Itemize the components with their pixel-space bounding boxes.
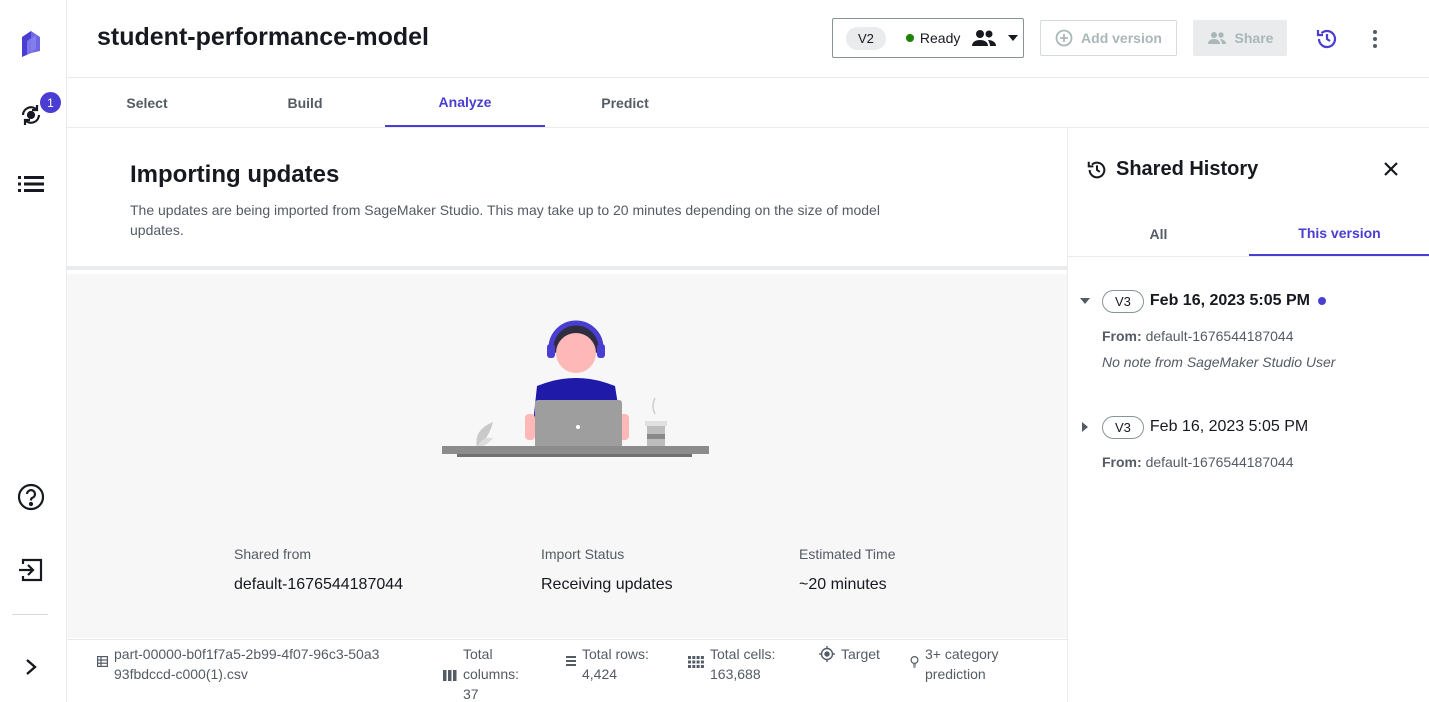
expand-chevron-icon[interactable] xyxy=(13,649,49,685)
tab-analyze[interactable]: Analyze xyxy=(385,79,545,127)
total-rows: Total rows: 4,424 xyxy=(566,644,676,684)
sign-out-icon[interactable] xyxy=(13,552,49,588)
add-version-button[interactable]: Add version xyxy=(1040,20,1177,56)
person-at-laptop-illustration xyxy=(437,314,717,479)
rows-icon xyxy=(566,656,576,684)
total-cells: Total cells: 163,688 xyxy=(688,644,808,684)
target-column[interactable]: Target xyxy=(819,644,909,664)
entry-note: No note from SageMaker Studio User xyxy=(1102,354,1336,370)
history-entry: V3 Feb 16, 2023 5:05 PM From: default-16… xyxy=(1068,289,1429,370)
tab-select[interactable]: Select xyxy=(67,79,227,127)
entry-from: From: default-1676544187044 xyxy=(1102,328,1429,344)
import-description: The updates are being imported from Sage… xyxy=(130,202,880,238)
dataset-summary-bar: part-00000-b0f1f7a5-2b99-4f07-96c3-50a39… xyxy=(67,639,1067,702)
total-columns-label: Total columns: xyxy=(463,646,520,682)
add-circle-icon xyxy=(1055,29,1073,47)
history-icon[interactable] xyxy=(1312,24,1342,54)
version-badge: V3 xyxy=(1102,289,1144,313)
history-entry: V3 Feb 16, 2023 5:05 PM From: default-16… xyxy=(1068,415,1429,470)
share-users-icon xyxy=(1207,31,1227,45)
from-label: From: xyxy=(1102,328,1142,344)
caret-down-icon[interactable] xyxy=(1068,297,1102,305)
stat-value: ~20 minutes xyxy=(799,576,887,593)
dataset-file-name[interactable]: part-00000-b0f1f7a5-2b99-4f07-96c3-50a39… xyxy=(114,644,387,684)
close-icon[interactable] xyxy=(1380,158,1402,180)
from-value: default-1676544187044 xyxy=(1145,328,1294,344)
entry-date: Feb 16, 2023 5:05 PM xyxy=(1149,292,1310,309)
stat-shared-from: Shared from default-1676544187044 xyxy=(234,546,403,594)
caret-down-icon xyxy=(1007,34,1019,42)
stat-label: Shared from xyxy=(234,546,312,562)
stat-label: Import Status xyxy=(541,546,625,562)
tab-this-version[interactable]: This version xyxy=(1249,212,1429,256)
problem-type: 3+ category prediction xyxy=(910,644,1020,684)
canvas-logo-icon[interactable] xyxy=(13,24,49,60)
page-header: student-performance-model V2 Ready Add v… xyxy=(67,0,1429,78)
from-label: From: xyxy=(1102,454,1142,470)
share-label: Share xyxy=(1234,30,1274,46)
users-icon xyxy=(971,29,997,47)
dataset-file: part-00000-b0f1f7a5-2b99-4f07-96c3-50a39… xyxy=(97,644,387,684)
version-pill: V2 xyxy=(846,26,886,50)
import-header: Importing updates The updates are being … xyxy=(67,128,1067,270)
stat-estimated-time: Estimated Time ~20 minutes xyxy=(799,546,895,594)
shared-history-panel: Shared History All This version V3 Feb 1… xyxy=(1067,128,1429,702)
stat-label: Estimated Time xyxy=(799,546,896,562)
tab-all[interactable]: All xyxy=(1068,212,1249,256)
history-tabs: All This version xyxy=(1068,212,1429,257)
version-badge: V3 xyxy=(1102,415,1144,439)
import-title: Importing updates xyxy=(130,161,340,188)
stat-value: default-1676544187044 xyxy=(234,576,404,593)
panel-title: Shared History xyxy=(1116,158,1259,180)
total-cells-text: Total cells: 163,688 xyxy=(710,644,775,684)
problem-type-text: 3+ category prediction xyxy=(925,646,999,682)
more-options-icon[interactable] xyxy=(1360,24,1390,54)
rail-divider xyxy=(12,614,48,615)
from-value: default-1676544187044 xyxy=(1145,454,1294,470)
status-text: Ready xyxy=(919,30,961,46)
add-version-label: Add version xyxy=(1081,30,1162,46)
cells-grid-icon xyxy=(688,656,704,684)
status-indicator xyxy=(905,34,914,42)
help-icon[interactable] xyxy=(13,479,49,515)
total-columns: Total columns: 37 xyxy=(443,644,563,702)
total-rows-text: Total rows: 4,424 xyxy=(582,644,649,684)
stat-value: Receiving updates xyxy=(541,576,673,593)
history-icon xyxy=(1086,159,1108,186)
stat-import-status: Import Status Receiving updates xyxy=(541,546,673,594)
total-columns-text: Total columns: 37 xyxy=(463,644,523,702)
entry-date: Feb 16, 2023 5:05 PM xyxy=(1149,418,1309,435)
caret-right-icon[interactable] xyxy=(1068,422,1102,432)
total-columns-value: 37 xyxy=(463,686,479,702)
lightbulb-icon xyxy=(910,656,919,684)
left-rail: 1 xyxy=(0,0,67,702)
total-rows-value: 4,424 xyxy=(582,666,618,682)
columns-icon xyxy=(443,670,457,702)
workflow-tabs: Select Build Analyze Predict xyxy=(67,79,1429,128)
notification-badge: 1 xyxy=(40,92,61,113)
target-icon xyxy=(819,646,835,664)
target-label: Target xyxy=(841,646,880,662)
table-icon xyxy=(97,656,108,684)
model-title: student-performance-model xyxy=(97,23,429,51)
total-cells-label: Total cells: xyxy=(710,646,776,662)
total-cells-value: 163,688 xyxy=(710,666,761,682)
unread-indicator xyxy=(1318,297,1326,305)
import-status-area: Shared from default-1676544187044 Import… xyxy=(67,274,1067,638)
version-selector[interactable]: V2 Ready xyxy=(832,18,1024,58)
entry-from: From: default-1676544187044 xyxy=(1102,454,1429,470)
main-content: Importing updates The updates are being … xyxy=(67,128,1067,702)
list-icon[interactable] xyxy=(13,166,49,202)
tab-predict[interactable]: Predict xyxy=(545,79,705,127)
total-rows-label: Total rows: xyxy=(582,646,649,662)
tab-build[interactable]: Build xyxy=(225,79,385,127)
share-button[interactable]: Share xyxy=(1193,20,1287,56)
